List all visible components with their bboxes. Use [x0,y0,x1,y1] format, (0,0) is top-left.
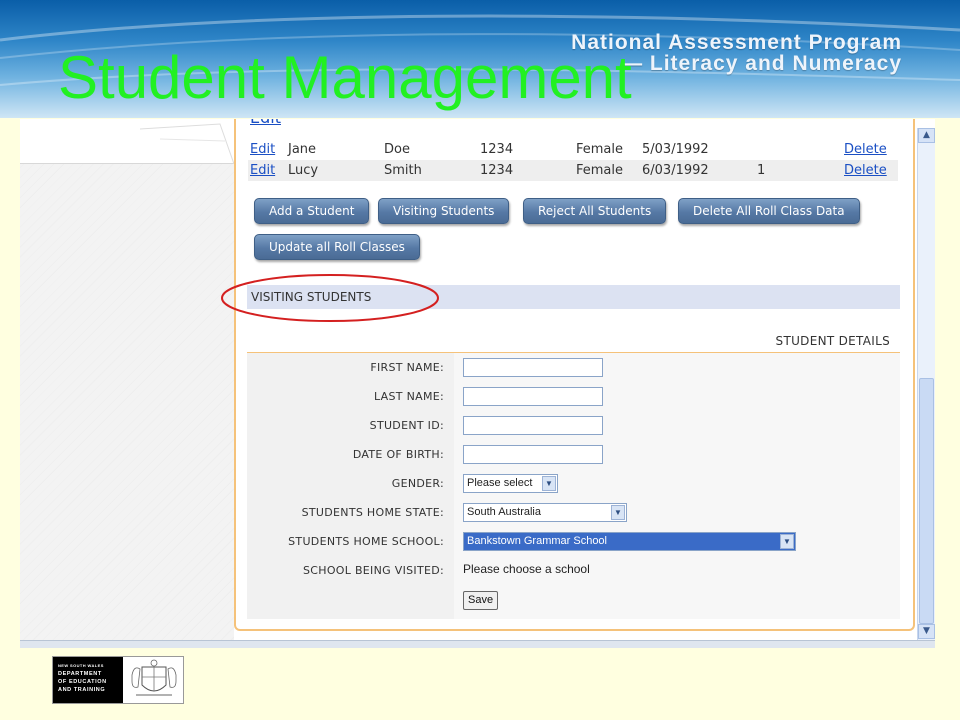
home-school-row: STUDENTS HOME SCHOOL: Bankstown Grammar … [247,527,900,556]
department-logo: NEW SOUTH WALES DEPARTMENT OF EDUCATION … [52,656,184,704]
first-name-cell: Lucy [288,163,319,178]
home-school-select-value: Bankstown Grammar School [467,535,607,547]
edit-link[interactable]: Edit [250,160,275,181]
student-id-label: STUDENT ID: [247,411,454,440]
edit-link[interactable]: Edit [250,139,275,160]
home-state-select-value: South Australia [467,506,541,518]
update-roll-classes-button[interactable]: Update all Roll Classes [254,234,420,260]
gender-select[interactable]: Please select ▼ [463,474,558,493]
browser-status-bar [20,640,935,648]
program-name-line2: — Literacy and Numeracy [621,52,902,75]
delete-all-roll-class-button[interactable]: Delete All Roll Class Data [678,198,860,224]
gender-cell: Female [576,163,624,178]
dob-cell: 6/03/1992 [642,163,709,178]
logo-text-block: NEW SOUTH WALES DEPARTMENT OF EDUCATION … [53,657,123,703]
delete-link[interactable]: Delete [844,139,887,160]
reject-all-students-button[interactable]: Reject All Students [523,198,667,224]
student-table: Edit Jane Doe 1234 Female 5/03/1992 Dele… [248,139,898,181]
logo-state-line: NEW SOUTH WALES [58,663,104,668]
save-row-label-cell [247,585,454,619]
slide-header-banner: National Assessment Program — Literacy a… [0,0,960,118]
first-name-cell: Jane [288,142,317,157]
logo-line-3: AND TRAINING [58,687,106,693]
scrollbar-thumb[interactable] [919,378,934,624]
dob-row: DATE OF BIRTH: [247,440,900,469]
last-name-row: LAST NAME: [247,382,900,411]
vertical-scrollbar[interactable]: ▲ ▼ [917,128,935,640]
school-visited-value: Please choose a school [463,562,590,576]
home-state-label: STUDENTS HOME STATE: [247,498,454,527]
student-id-cell: 1234 [480,163,514,178]
dob-label: DATE OF BIRTH: [247,440,454,469]
first-name-input[interactable] [463,358,603,377]
table-row: Edit Jane Doe 1234 Female 5/03/1992 Dele… [248,139,898,160]
home-state-select[interactable]: South Australia ▼ [463,503,627,522]
left-panel [20,119,235,648]
last-name-input[interactable] [463,387,603,406]
logo-line-2: OF EDUCATION [58,679,107,685]
gender-cell: Female [576,142,624,157]
chevron-down-icon[interactable]: ▼ [918,624,935,639]
highlight-ellipse [221,274,439,322]
chevron-down-icon: ▼ [611,505,625,520]
logo-line-1: DEPARTMENT [58,671,102,677]
save-button[interactable]: Save [463,591,499,610]
save-row: Save [247,585,900,619]
last-name-cell: Smith [384,163,422,178]
add-student-button[interactable]: Add a Student [254,198,370,224]
table-row-cut: Edit [248,119,898,129]
gender-select-value: Please select [467,477,533,489]
student-id-row: STUDENT ID: [247,411,900,440]
delete-link[interactable]: Delete [844,160,887,181]
chevron-down-icon: ▼ [542,476,556,491]
dob-cell: 5/03/1992 [642,142,709,157]
edit-link[interactable]: Edit [250,119,281,128]
school-visited-row: SCHOOL BEING VISITED: Please choose a sc… [247,556,900,585]
number-cell: 1 [757,163,766,178]
table-row: Edit Lucy Smith 1234 Female 6/03/1992 1 … [248,160,898,181]
first-name-row: FIRST NAME: [247,353,900,382]
dob-input[interactable] [463,445,603,464]
student-id-input[interactable] [463,416,603,435]
last-name-label: LAST NAME: [247,382,454,411]
left-card [20,119,235,165]
chevron-down-icon: ▼ [780,534,794,549]
slide-title: Student Management [58,44,632,111]
home-school-select[interactable]: Bankstown Grammar School ▼ [463,532,796,551]
school-visited-label: SCHOOL BEING VISITED: [247,556,454,585]
home-school-label: STUDENTS HOME SCHOOL: [247,527,454,556]
student-details-header: STUDENT DETAILS [247,329,900,353]
first-name-label: FIRST NAME: [247,353,454,382]
coat-of-arms-icon [131,659,177,696]
student-id-cell: 1234 [480,142,514,157]
left-card-decoration [139,123,235,165]
gender-label: GENDER: [247,469,454,498]
gender-row: GENDER: Please select ▼ [247,469,900,498]
chevron-up-icon[interactable]: ▲ [918,128,935,143]
browser-screenshot: Edit Edit Jane Doe 1234 Female 5/03/1992… [20,119,935,648]
home-state-row: STUDENTS HOME STATE: South Australia ▼ [247,498,900,527]
last-name-cell: Doe [384,142,410,157]
visiting-students-button[interactable]: Visiting Students [378,198,510,224]
